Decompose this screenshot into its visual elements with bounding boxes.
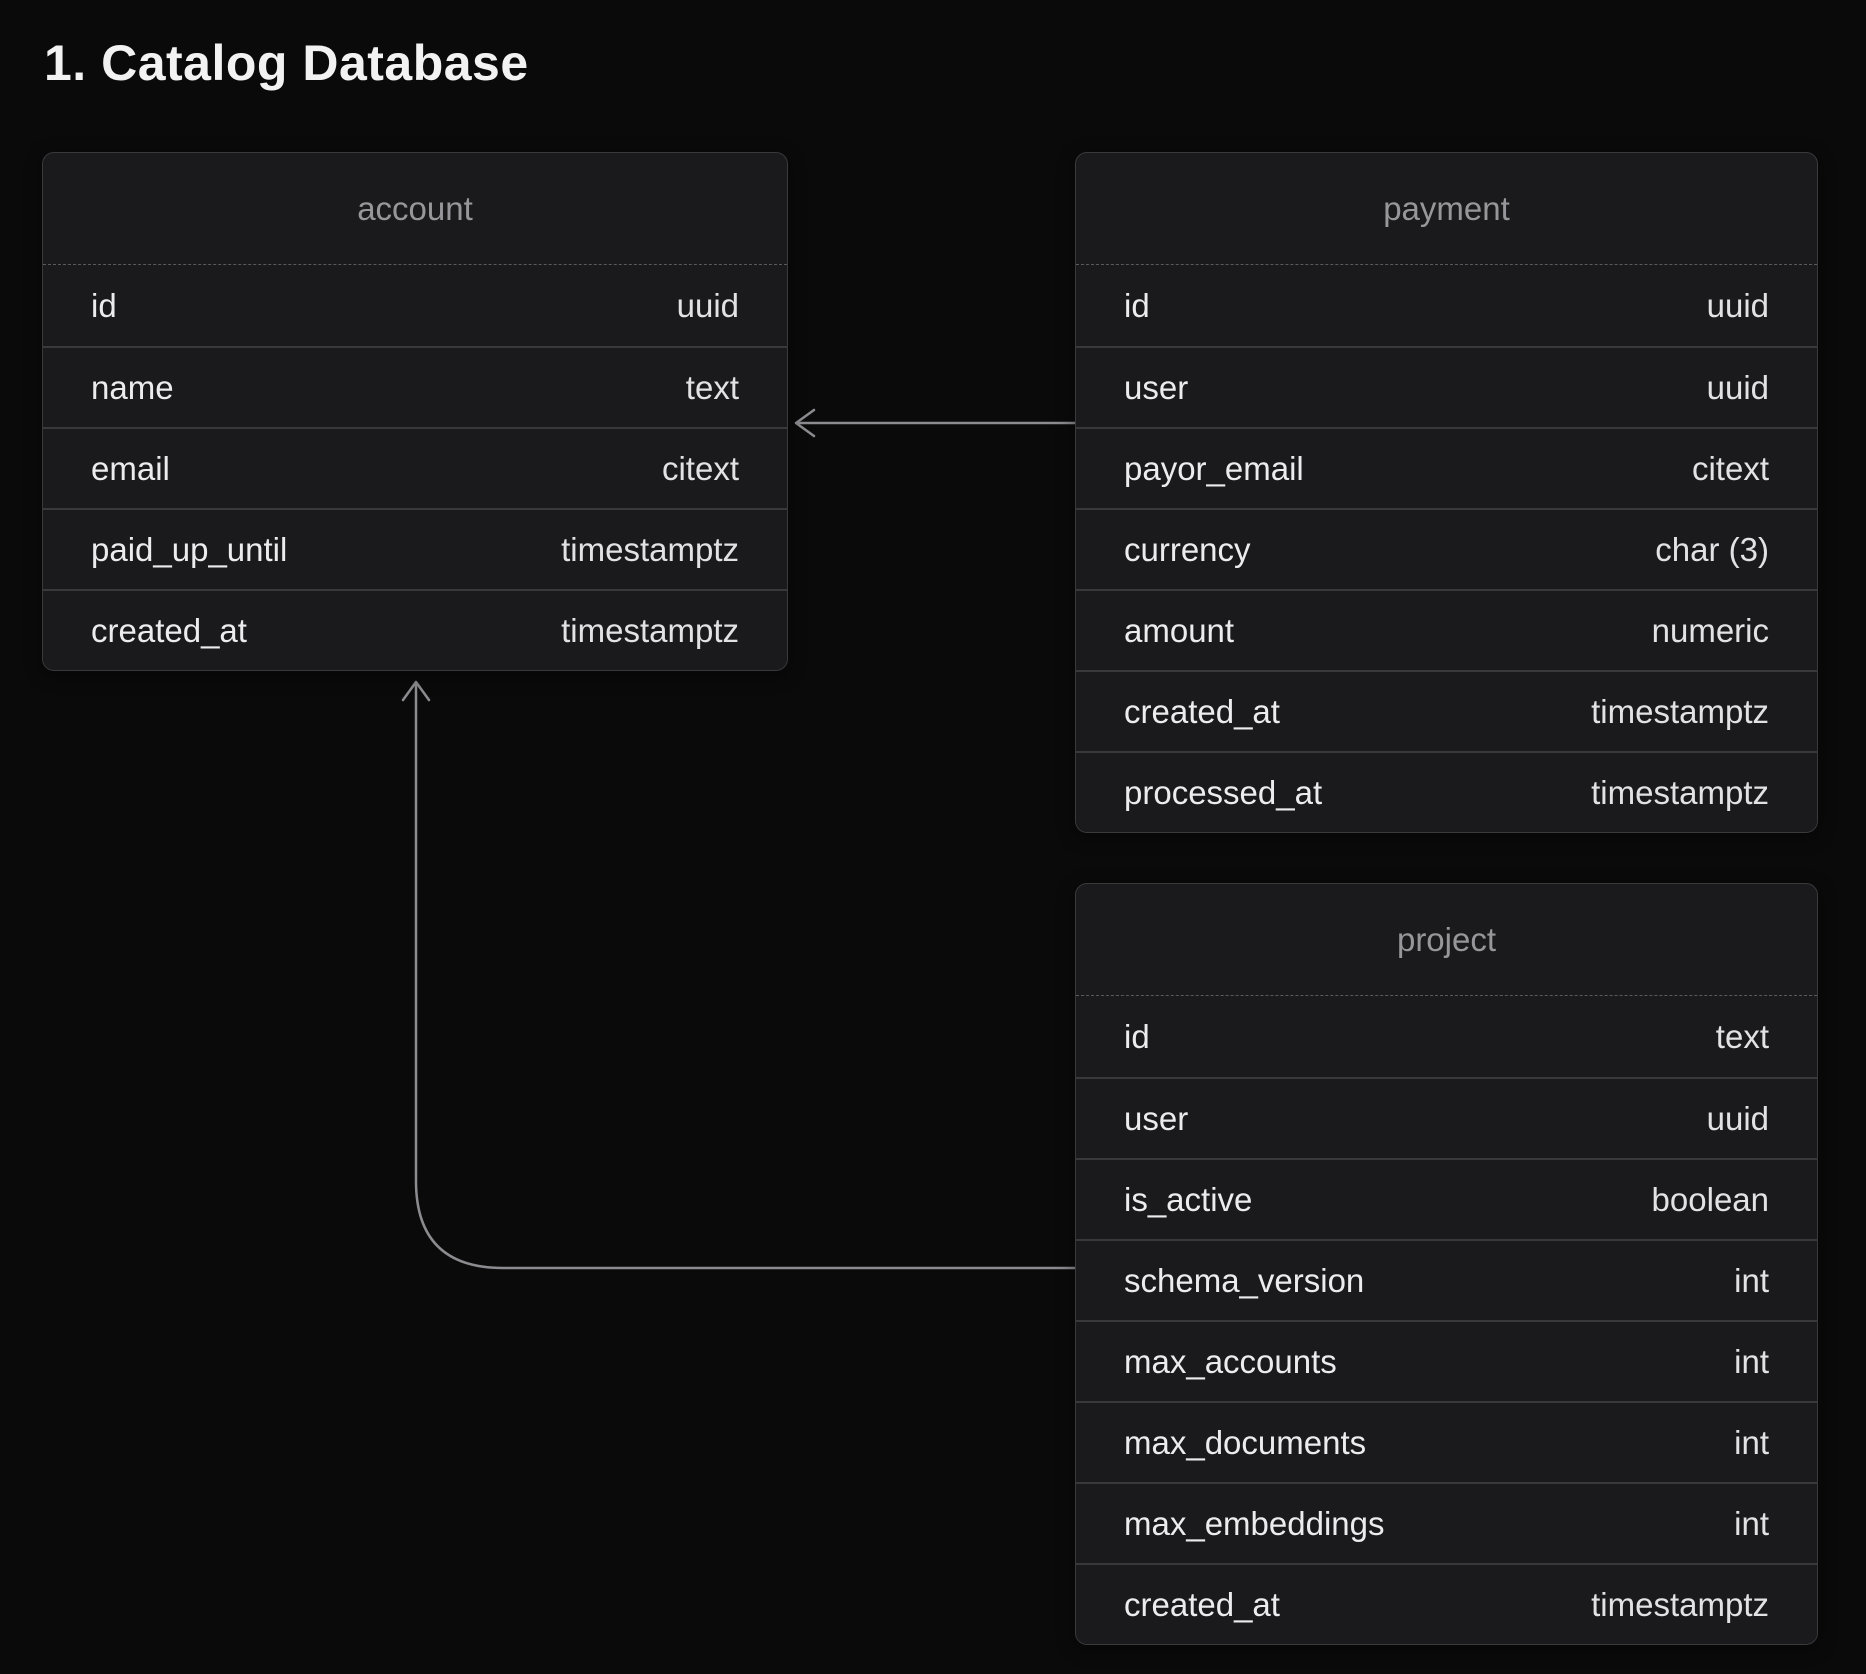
field-row[interactable]: name text [43, 346, 787, 427]
field-row[interactable]: max_documents int [1076, 1401, 1817, 1482]
page-title: 1. Catalog Database [44, 34, 529, 92]
table-project-header: project [1076, 884, 1817, 996]
table-project-rows: id text user uuid is_active boolean sche… [1076, 996, 1817, 1644]
field-row[interactable]: created_at timestamptz [1076, 670, 1817, 751]
table-title: payment [1383, 190, 1510, 228]
field-row[interactable]: created_at timestamptz [1076, 1563, 1817, 1644]
table-account-rows: id uuid name text email citext paid_up_u… [43, 265, 787, 670]
arrowhead-up-icon [403, 682, 429, 700]
field-row[interactable]: created_at timestamptz [43, 589, 787, 670]
diagram-canvas: 1. Catalog Database account id uuid name… [0, 0, 1866, 1674]
table-account[interactable]: account id uuid name text email citext p… [42, 152, 788, 671]
field-row[interactable]: user uuid [1076, 1077, 1817, 1158]
field-row[interactable]: id uuid [1076, 265, 1817, 346]
field-row[interactable]: user uuid [1076, 346, 1817, 427]
arrowhead-left-icon [796, 410, 814, 436]
field-row[interactable]: processed_at timestamptz [1076, 751, 1817, 832]
table-account-header: account [43, 153, 787, 265]
table-payment-rows: id uuid user uuid payor_email citext cur… [1076, 265, 1817, 832]
field-row[interactable]: payor_email citext [1076, 427, 1817, 508]
field-row[interactable]: id uuid [43, 265, 787, 346]
field-row[interactable]: email citext [43, 427, 787, 508]
table-payment[interactable]: payment id uuid user uuid payor_email ci… [1075, 152, 1818, 833]
table-title: account [357, 190, 473, 228]
field-row[interactable]: schema_version int [1076, 1239, 1817, 1320]
field-row[interactable]: max_accounts int [1076, 1320, 1817, 1401]
field-row[interactable]: max_embeddings int [1076, 1482, 1817, 1563]
field-row[interactable]: amount numeric [1076, 589, 1817, 670]
field-row[interactable]: is_active boolean [1076, 1158, 1817, 1239]
edge-project-to-account [416, 684, 1075, 1268]
field-row[interactable]: currency char (3) [1076, 508, 1817, 589]
field-row[interactable]: id text [1076, 996, 1817, 1077]
table-title: project [1397, 921, 1496, 959]
table-project[interactable]: project id text user uuid is_active bool… [1075, 883, 1818, 1645]
field-row[interactable]: paid_up_until timestamptz [43, 508, 787, 589]
table-payment-header: payment [1076, 153, 1817, 265]
